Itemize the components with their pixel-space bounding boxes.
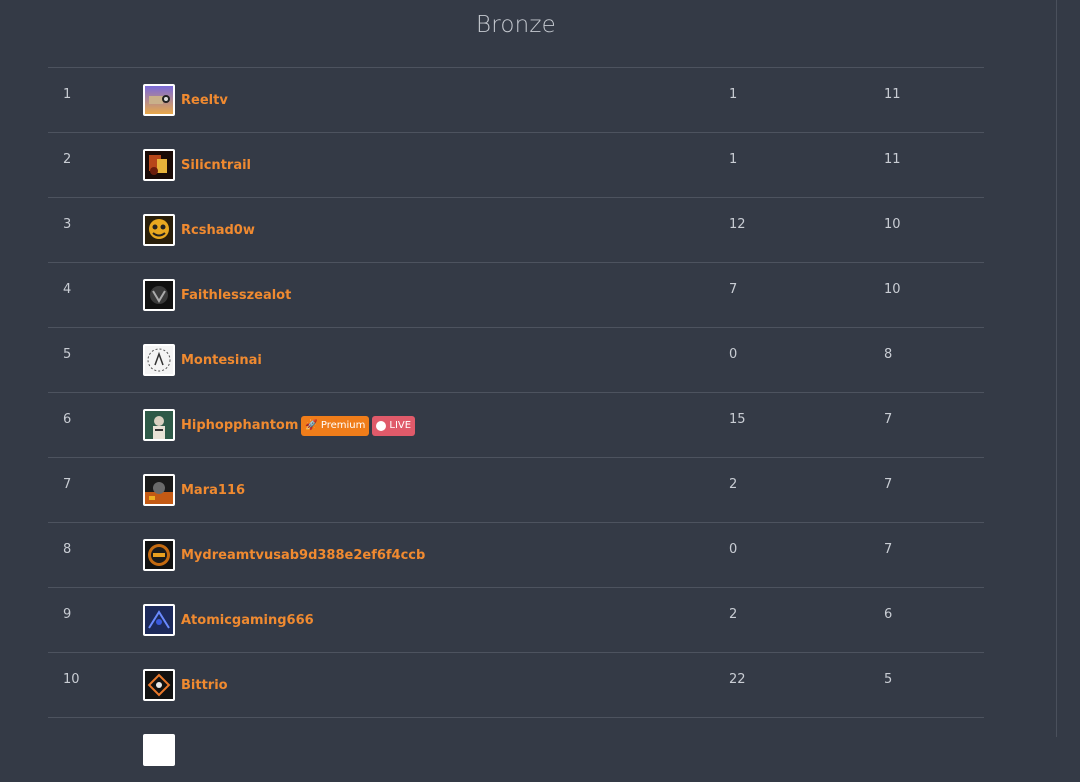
stat-cell: 12 <box>729 217 746 232</box>
user-link[interactable]: Faithlesszealot <box>143 279 291 311</box>
stat-cell: 6 <box>884 607 893 622</box>
user-link[interactable]: Atomicgaming666 <box>143 604 314 636</box>
stat-cell: 7 <box>729 282 738 297</box>
rank-cell: 9 <box>63 607 72 622</box>
leaderboard-row <box>48 717 984 782</box>
stat-cell: 10 <box>884 282 901 297</box>
username-label: Bittrio <box>181 677 228 693</box>
leaderboard-row: 3 Rcshad0w 12 10 <box>48 197 984 262</box>
leaderboard-row: 9 Atomicgaming666 2 6 <box>48 587 984 652</box>
stat-cell: 2 <box>729 477 738 492</box>
rank-cell: 3 <box>63 217 72 232</box>
mara116-avatar-icon <box>143 474 175 506</box>
premium-badge: 🚀 Premium <box>301 416 370 436</box>
reeltv-avatar-icon <box>143 84 175 116</box>
leaderboard-row: 10 Bittrio 22 5 <box>48 652 984 717</box>
stat-cell: 0 <box>729 347 738 362</box>
hiphopphantom-avatar-icon <box>143 409 175 441</box>
rank-cell: 7 <box>63 477 72 492</box>
rank-cell: 5 <box>63 347 72 362</box>
stat-cell: 1 <box>729 87 738 102</box>
rank-cell: 8 <box>63 542 72 557</box>
live-dot-icon <box>376 421 387 431</box>
stat-cell: 7 <box>884 542 893 557</box>
username-label: Hiphopphantom <box>181 417 299 433</box>
avatar <box>143 734 175 766</box>
leaderboard-row: 7 Mara116 2 7 <box>48 457 984 522</box>
leaderboard-row: 6 Hiphopphantom 🚀 Premium LIVE 15 7 <box>48 392 984 457</box>
username-label: Mydreamtvusab9d388e2ef6f4ccb <box>181 547 426 563</box>
faithlesszealot-avatar-icon <box>143 279 175 311</box>
rank-cell: 10 <box>63 672 80 687</box>
stat-cell: 10 <box>884 217 901 232</box>
leaderboard-table: 1 Reeltv 1 11 2 Silicntrail 1 11 3 Rcsha… <box>48 67 984 782</box>
live-badge: LIVE <box>372 416 416 436</box>
user-link[interactable]: Hiphopphantom 🚀 Premium LIVE <box>143 409 416 441</box>
user-link[interactable] <box>143 734 175 766</box>
stat-cell: 7 <box>884 412 893 427</box>
rank-cell: 2 <box>63 152 72 167</box>
username-label: Silicntrail <box>181 157 252 173</box>
rcshad0w-avatar-icon <box>143 214 175 246</box>
stat-cell: 8 <box>884 347 893 362</box>
user-link[interactable]: Montesinai <box>143 344 262 376</box>
user-link[interactable]: Rcshad0w <box>143 214 255 246</box>
username-label: Mara116 <box>181 482 246 498</box>
montesinai-avatar-icon <box>143 344 175 376</box>
username-label: Montesinai <box>181 352 262 368</box>
leaderboard-row: 4 Faithlesszealot 7 10 <box>48 262 984 327</box>
leaderboard-row: 1 Reeltv 1 11 <box>48 67 984 132</box>
stat-cell: 5 <box>884 672 893 687</box>
leaderboard-title: Bronze <box>475 12 557 38</box>
stat-cell: 11 <box>884 152 901 167</box>
page-edge-divider <box>1056 0 1057 737</box>
stat-cell: 7 <box>884 477 893 492</box>
premium-badge-label: Premium <box>320 420 366 431</box>
username-label: Faithlesszealot <box>181 287 292 303</box>
user-link[interactable]: Bittrio <box>143 669 228 701</box>
user-link[interactable]: Silicntrail <box>143 149 251 181</box>
live-badge-label: LIVE <box>389 420 412 431</box>
username-label: Rcshad0w <box>181 222 255 238</box>
silicntrail-avatar-icon <box>143 149 175 181</box>
user-link[interactable]: Reeltv <box>143 84 228 116</box>
atomicgaming-avatar-icon <box>143 604 175 636</box>
bittrio-avatar-icon <box>143 669 175 701</box>
stat-cell: 11 <box>884 87 901 102</box>
mydreamtv-avatar-icon <box>143 539 175 571</box>
stat-cell: 1 <box>729 152 738 167</box>
username-label: Atomicgaming666 <box>181 612 314 628</box>
stat-cell: 22 <box>729 672 746 687</box>
user-link[interactable]: Mydreamtvusab9d388e2ef6f4ccb <box>143 539 425 571</box>
rank-cell: 6 <box>63 412 72 427</box>
stat-cell: 15 <box>729 412 746 427</box>
leaderboard-row: 5 Montesinai 0 8 <box>48 327 984 392</box>
rocket-icon: 🚀 <box>305 420 318 431</box>
username-label: Reeltv <box>181 92 228 108</box>
user-link[interactable]: Mara116 <box>143 474 245 506</box>
rank-cell: 4 <box>63 282 72 297</box>
leaderboard-row: 8 Mydreamtvusab9d388e2ef6f4ccb 0 7 <box>48 522 984 587</box>
leaderboard-row: 2 Silicntrail 1 11 <box>48 132 984 197</box>
rank-cell: 1 <box>63 87 72 102</box>
stat-cell: 0 <box>729 542 738 557</box>
stat-cell: 2 <box>729 607 738 622</box>
